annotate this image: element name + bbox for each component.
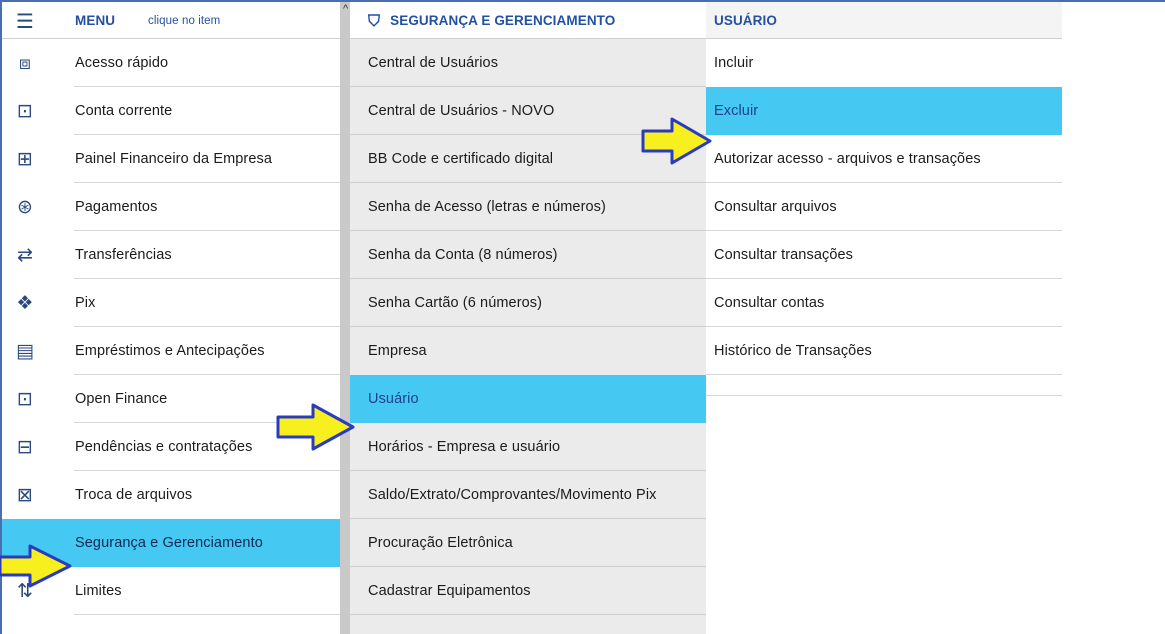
security-item-label: Central de Usuários [368,55,499,71]
menu-item-label: Acesso rápido [75,55,169,71]
security-item[interactable]: Senha da Conta (8 números) [350,231,706,279]
menu-header: ☰ MENU clique no item [2,2,340,39]
menu-item[interactable]: ⊛ Pagamentos [2,183,340,231]
security-item-label: Senha da Conta (8 números) [368,247,558,263]
scroll-up-icon[interactable]: ^ [343,4,348,15]
security-item-label: Central de Usuários - NOVO [368,103,555,119]
user-item-label: Autorizar acesso - arquivos e transações [714,151,981,167]
shield-dollar-icon: ⛉ [368,10,381,30]
security-item-label: Senha de Acesso (letras e números) [368,199,606,215]
security-item-label: Cadastrar Equipamentos [368,583,531,599]
menu-item[interactable]: ⇄ Transferências [2,231,340,279]
menu-item-label: Pagamentos [75,199,158,215]
user-item[interactable]: Consultar contas [706,279,1062,327]
menu-hint: clique no item [148,14,221,27]
menu-item-label: Troca de arquivos [75,487,193,503]
security-item[interactable]: Senha Cartão (6 números) [350,279,706,327]
menu-item-label: Open Finance [75,391,168,407]
user-item-label: Consultar transações [714,247,854,263]
user-item[interactable]: Incluir [706,39,1062,87]
quick-access-icon: ⧈ [18,52,32,74]
security-item[interactable]: Empresa [350,327,706,375]
menu-item[interactable]: ⧈ Acesso rápido [2,39,340,87]
monitor-chart-icon: ⊞ [16,148,34,170]
menu-item-label: Pendências e contratações [75,439,253,455]
security-item[interactable]: Central de Usuários [350,39,706,87]
user-item-label: Excluir [714,103,759,119]
security-item-label: Horários - Empresa e usuário [368,439,561,455]
payments-icon: ⊛ [16,196,34,218]
security-header: ⛉ SEGURANÇA E GERENCIAMENTO [350,2,706,39]
menu-item-label: Conta corrente [75,103,173,119]
menu-item-label: Transferências [75,247,172,263]
menu-item[interactable]: ❖ Pix [2,279,340,327]
menu-item[interactable]: ⊡ Conta corrente [2,87,340,135]
menu-item[interactable]: ▤ Empréstimos e Antecipações [2,327,340,375]
user-item-label: Histórico de Transações [714,343,872,359]
security-item-label: Empresa [368,343,427,359]
user-item[interactable]: Excluir [706,87,1062,135]
user-submenu: USUÁRIO Incluir Excluir Autorizar acesso -… [706,2,1062,396]
callout-arrow-menu [0,544,72,588]
security-item-label: Senha Cartão (6 números) [368,295,543,311]
security-item[interactable]: Horários - Empresa e usuário [350,423,706,471]
menu-item[interactable]: ⊠ Troca de arquivos [2,471,340,519]
document-check-icon: ⊟ [16,436,34,458]
menu-item-label: Pix [75,295,96,311]
wallet-icon: ⊡ [16,100,34,122]
user-item[interactable]: Consultar arquivos [706,183,1062,231]
menu-item-label: Limites [75,583,122,599]
file-exchange-icon: ⊠ [16,484,34,506]
wallet-icon: ⊡ [16,388,34,410]
callout-arrow-security [276,403,355,451]
user-title: USUÁRIO [714,13,777,28]
menu-item-label: Empréstimos e Antecipações [75,343,265,359]
security-item[interactable]: Procuração Eletrônica [350,519,706,567]
callout-arrow-user [641,117,712,165]
security-item-label: Procuração Eletrônica [368,535,513,551]
menu-item-label: Segurança e Gerenciamento [75,535,263,551]
pix-icon: ❖ [16,292,34,314]
security-item-label: Saldo/Extrato/Comprovantes/Movimento Pix [368,487,657,503]
transfer-icon: ⇄ [16,244,34,266]
user-item-label: Consultar arquivos [714,199,837,215]
menu-item[interactable]: ⊞ Painel Financeiro da Empresa [2,135,340,183]
user-item[interactable]: Histórico de Transações [706,327,1062,375]
user-item-label: Consultar contas [714,295,825,311]
security-item[interactable]: Cadastrar Equipamentos [350,567,706,615]
security-item-label: Usuário [368,391,419,407]
user-item[interactable]: Autorizar acesso - arquivos e transações [706,135,1062,183]
main-menu: ☰ MENU clique no item ⧈ Acesso rápido ⊡ Con… [2,2,340,634]
security-item-label: BB Code e certificado digital [368,151,554,167]
security-submenu: ⛉ SEGURANÇA E GERENCIAMENTO Central de U… [350,2,706,634]
user-item[interactable]: Consultar transações [706,231,1062,279]
security-item[interactable]: Senha de Acesso (letras e números) [350,183,706,231]
security-title: SEGURANÇA E GERENCIAMENTO [390,13,616,28]
user-header: USUÁRIO [706,2,1062,39]
menu-title: MENU [75,13,116,28]
user-item-label: Incluir [714,55,754,71]
security-item[interactable]: Saldo/Extrato/Comprovantes/Movimento Pix [350,471,706,519]
menu-item-label: Painel Financeiro da Empresa [75,151,273,167]
loan-icon: ▤ [15,340,35,362]
hamburger-icon[interactable]: ☰ [12,8,38,34]
security-item[interactable]: Usuário [350,375,706,423]
